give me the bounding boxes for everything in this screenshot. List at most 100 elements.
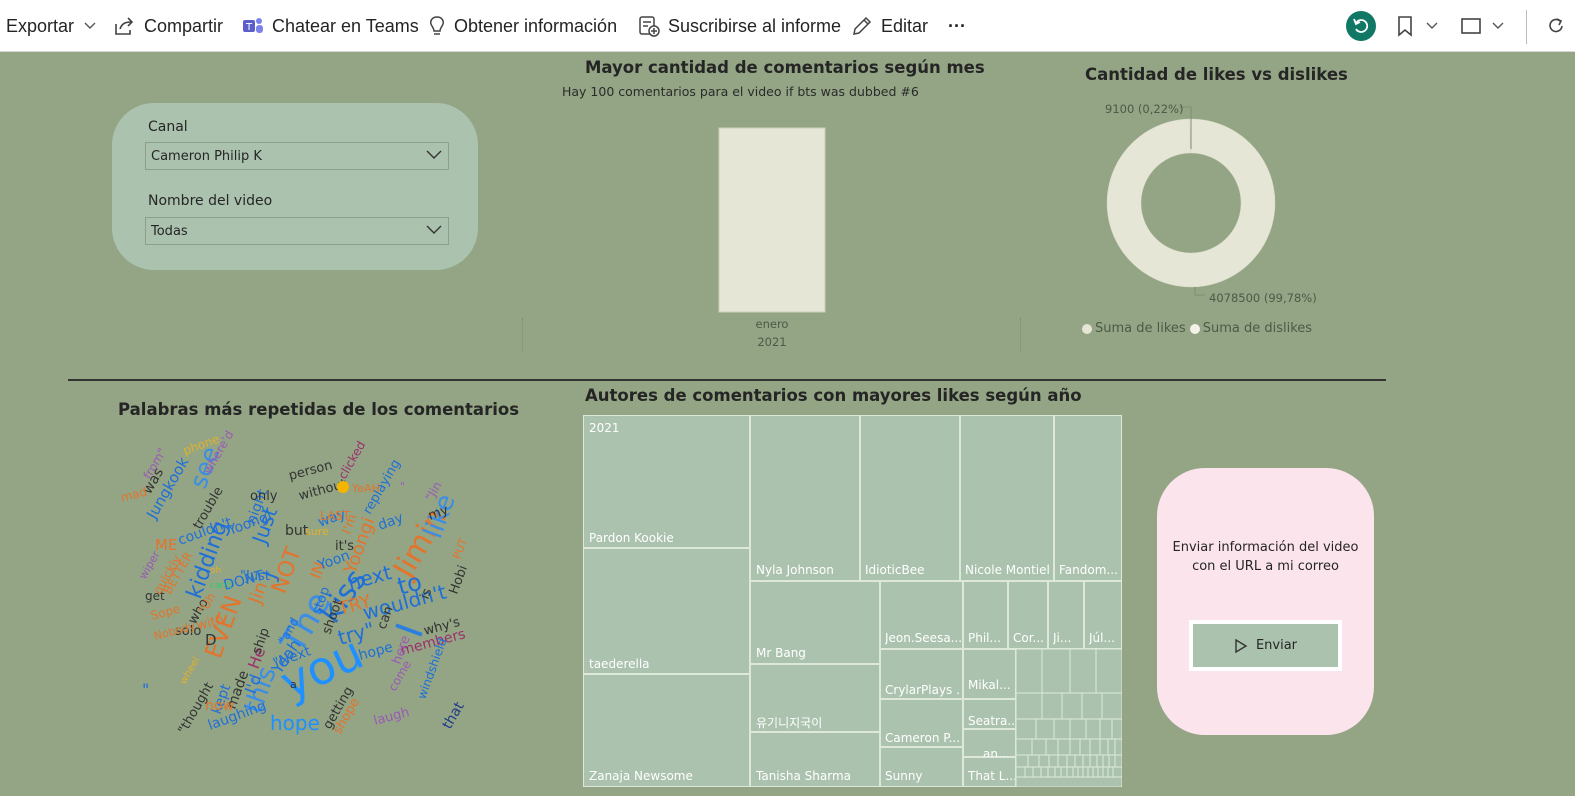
- insights-label: Obtener información: [454, 15, 618, 36]
- report-toolbar: Exportar Compartir T Chatear en Teams Ob…: [0, 0, 1575, 52]
- lightbulb-icon: [430, 16, 444, 35]
- svg-text:person: person: [287, 458, 334, 484]
- svg-text:hope: hope: [270, 711, 320, 735]
- send-button[interactable]: Enviar: [1189, 620, 1342, 671]
- bar-chart: enero 2021: [718, 127, 826, 349]
- svg-text:come: come: [385, 658, 414, 694]
- treemap-title: Autores de comentarios con mayores likes…: [585, 386, 1082, 405]
- bar-chart-title: Mayor cantidad de comentarios según mes: [585, 58, 985, 77]
- svg-text:Hobi: Hobi: [447, 563, 471, 596]
- svg-text:a: a: [290, 678, 297, 691]
- treemap-cell[interactable]: [583, 548, 750, 674]
- bookmark-icon: [1398, 16, 1412, 37]
- treemap-cell-label: Cor...: [1013, 631, 1044, 645]
- leader-line-likes: [1194, 287, 1205, 296]
- svg-text:Sope: Sope: [149, 602, 182, 623]
- video-value: Todas: [151, 223, 188, 239]
- svg-text:"Just: "Just: [240, 569, 270, 584]
- svg-text:ship: ship: [250, 626, 273, 656]
- treemap-cell-label: Ji...: [1053, 631, 1072, 645]
- refresh-icon: [1549, 18, 1563, 33]
- svg-text:oh: oh: [210, 566, 221, 576]
- chevron-down-icon: [426, 150, 442, 159]
- svg-text:LAST: LAST: [320, 509, 351, 523]
- treemap-cell-label: Fandom...: [1059, 563, 1118, 577]
- treemap-cell-label: 유기니지국이: [756, 716, 823, 730]
- send-card-text: Enviar información del video con el URL …: [1172, 540, 1359, 574]
- edit-label: Editar: [881, 15, 929, 36]
- treemap-cell[interactable]: [583, 415, 750, 548]
- insights-button[interactable]: Obtener información: [428, 0, 617, 52]
- treemap-cell[interactable]: [960, 415, 1054, 581]
- treemap-cell-label: Tanisha Sharma: [756, 769, 852, 783]
- refresh-button[interactable]: [1546, 0, 1574, 52]
- subscribe-icon: [639, 16, 660, 37]
- donut-label-dislikes: 9100 (0,22%): [1105, 102, 1184, 116]
- svg-text:": ": [400, 480, 405, 493]
- treemap-cell-label: Seatra...: [968, 714, 1015, 728]
- svg-text:wheel: wheel: [178, 655, 202, 686]
- chevron-down-icon: [1426, 22, 1438, 29]
- bar-enero[interactable]: [718, 127, 826, 313]
- reset-button[interactable]: [1346, 0, 1384, 52]
- more-label: ···: [948, 15, 966, 36]
- toolbar-divider: [1526, 10, 1527, 44]
- treemap-cell-label: Nicole Montiel: [965, 563, 1050, 577]
- chevron-down-icon: [1492, 22, 1504, 29]
- svg-text:T: T: [245, 22, 253, 33]
- export-menu[interactable]: Exportar: [6, 0, 96, 52]
- svg-text:sure: sure: [305, 525, 329, 538]
- teams-chat-button[interactable]: T Chatear en Teams: [242, 0, 419, 52]
- wordcloud-image: you The kiss I Jimin like see this hope …: [119, 430, 471, 737]
- treemap-cell-label: Zanaja Newsome: [589, 769, 693, 783]
- teams-label: Chatear en Teams: [272, 15, 419, 36]
- share-button[interactable]: Compartir: [114, 0, 223, 52]
- view-menu[interactable]: [1460, 0, 1504, 52]
- treemap-cell-label: That L...: [968, 769, 1015, 783]
- treemap-cell[interactable]: [750, 415, 860, 581]
- treemap-cell-label: Phil...: [968, 631, 1001, 645]
- svg-text:": ": [142, 680, 149, 699]
- channel-value: Cameron Philip K: [151, 148, 262, 164]
- treemap-chart: 2021 Pardon Kookie taederella Zanaja New…: [583, 415, 1122, 787]
- donut-legend: Suma de likes Suma de dislikes: [1082, 321, 1312, 336]
- subscribe-button[interactable]: Suscribirse al informe: [638, 0, 841, 52]
- channel-dropdown[interactable]: Cameron Philip K: [145, 142, 449, 170]
- donut-chart-title: Cantidad de likes vs dislikes: [1085, 65, 1348, 84]
- svg-text:only: only: [250, 489, 278, 504]
- svg-text:D: D: [205, 631, 217, 649]
- bookmark-menu[interactable]: [1396, 0, 1438, 52]
- channel-label: Canal: [148, 119, 188, 135]
- legend-likes-marker: [1082, 323, 1092, 334]
- subscribe-label: Suscribirse al informe: [668, 15, 842, 36]
- donut-label-likes: 4078500 (99,78%): [1209, 291, 1317, 305]
- pencil-icon: [853, 16, 872, 35]
- svg-text:NOT: NOT: [267, 544, 307, 597]
- view-icon: [1461, 18, 1481, 34]
- treemap-cell[interactable]: [860, 415, 960, 581]
- treemap-cell-label: Pardon Kookie: [589, 531, 674, 545]
- video-dropdown[interactable]: Todas: [145, 217, 449, 245]
- legend-dislikes-marker: [1189, 323, 1200, 334]
- treemap-cell-label: Nyla Johnson: [756, 563, 834, 577]
- guide-line: [1020, 318, 1021, 352]
- bar-chart-subtitle: Hay 100 comentarios para el video if bts…: [562, 84, 919, 99]
- send-button-label: Enviar: [1255, 638, 1298, 653]
- treemap-cell-label: Cameron P...: [885, 731, 961, 745]
- treemap-cell[interactable]: [1054, 415, 1122, 581]
- reset-icon: [1346, 11, 1376, 41]
- legend-likes-label: Suma de likes: [1095, 321, 1186, 336]
- video-label: Nombre del video: [148, 193, 273, 209]
- treemap-cell-label: IdioticBee: [865, 563, 925, 577]
- send-email-card: Enviar información del video con el URL …: [1157, 468, 1374, 735]
- play-icon: [1235, 638, 1248, 653]
- edit-button[interactable]: Editar: [851, 0, 928, 52]
- x-group-label: 2021: [757, 335, 786, 349]
- treemap-cell-label: Mr Bang: [756, 646, 806, 660]
- x-tick-label: enero: [756, 317, 789, 331]
- more-options-button[interactable]: ···: [948, 0, 966, 52]
- svg-text:laugh: laugh: [372, 705, 411, 729]
- svg-text:clicked: clicked: [335, 439, 368, 482]
- export-label: Exportar: [6, 15, 75, 36]
- treemap-small-cells: [1016, 649, 1122, 787]
